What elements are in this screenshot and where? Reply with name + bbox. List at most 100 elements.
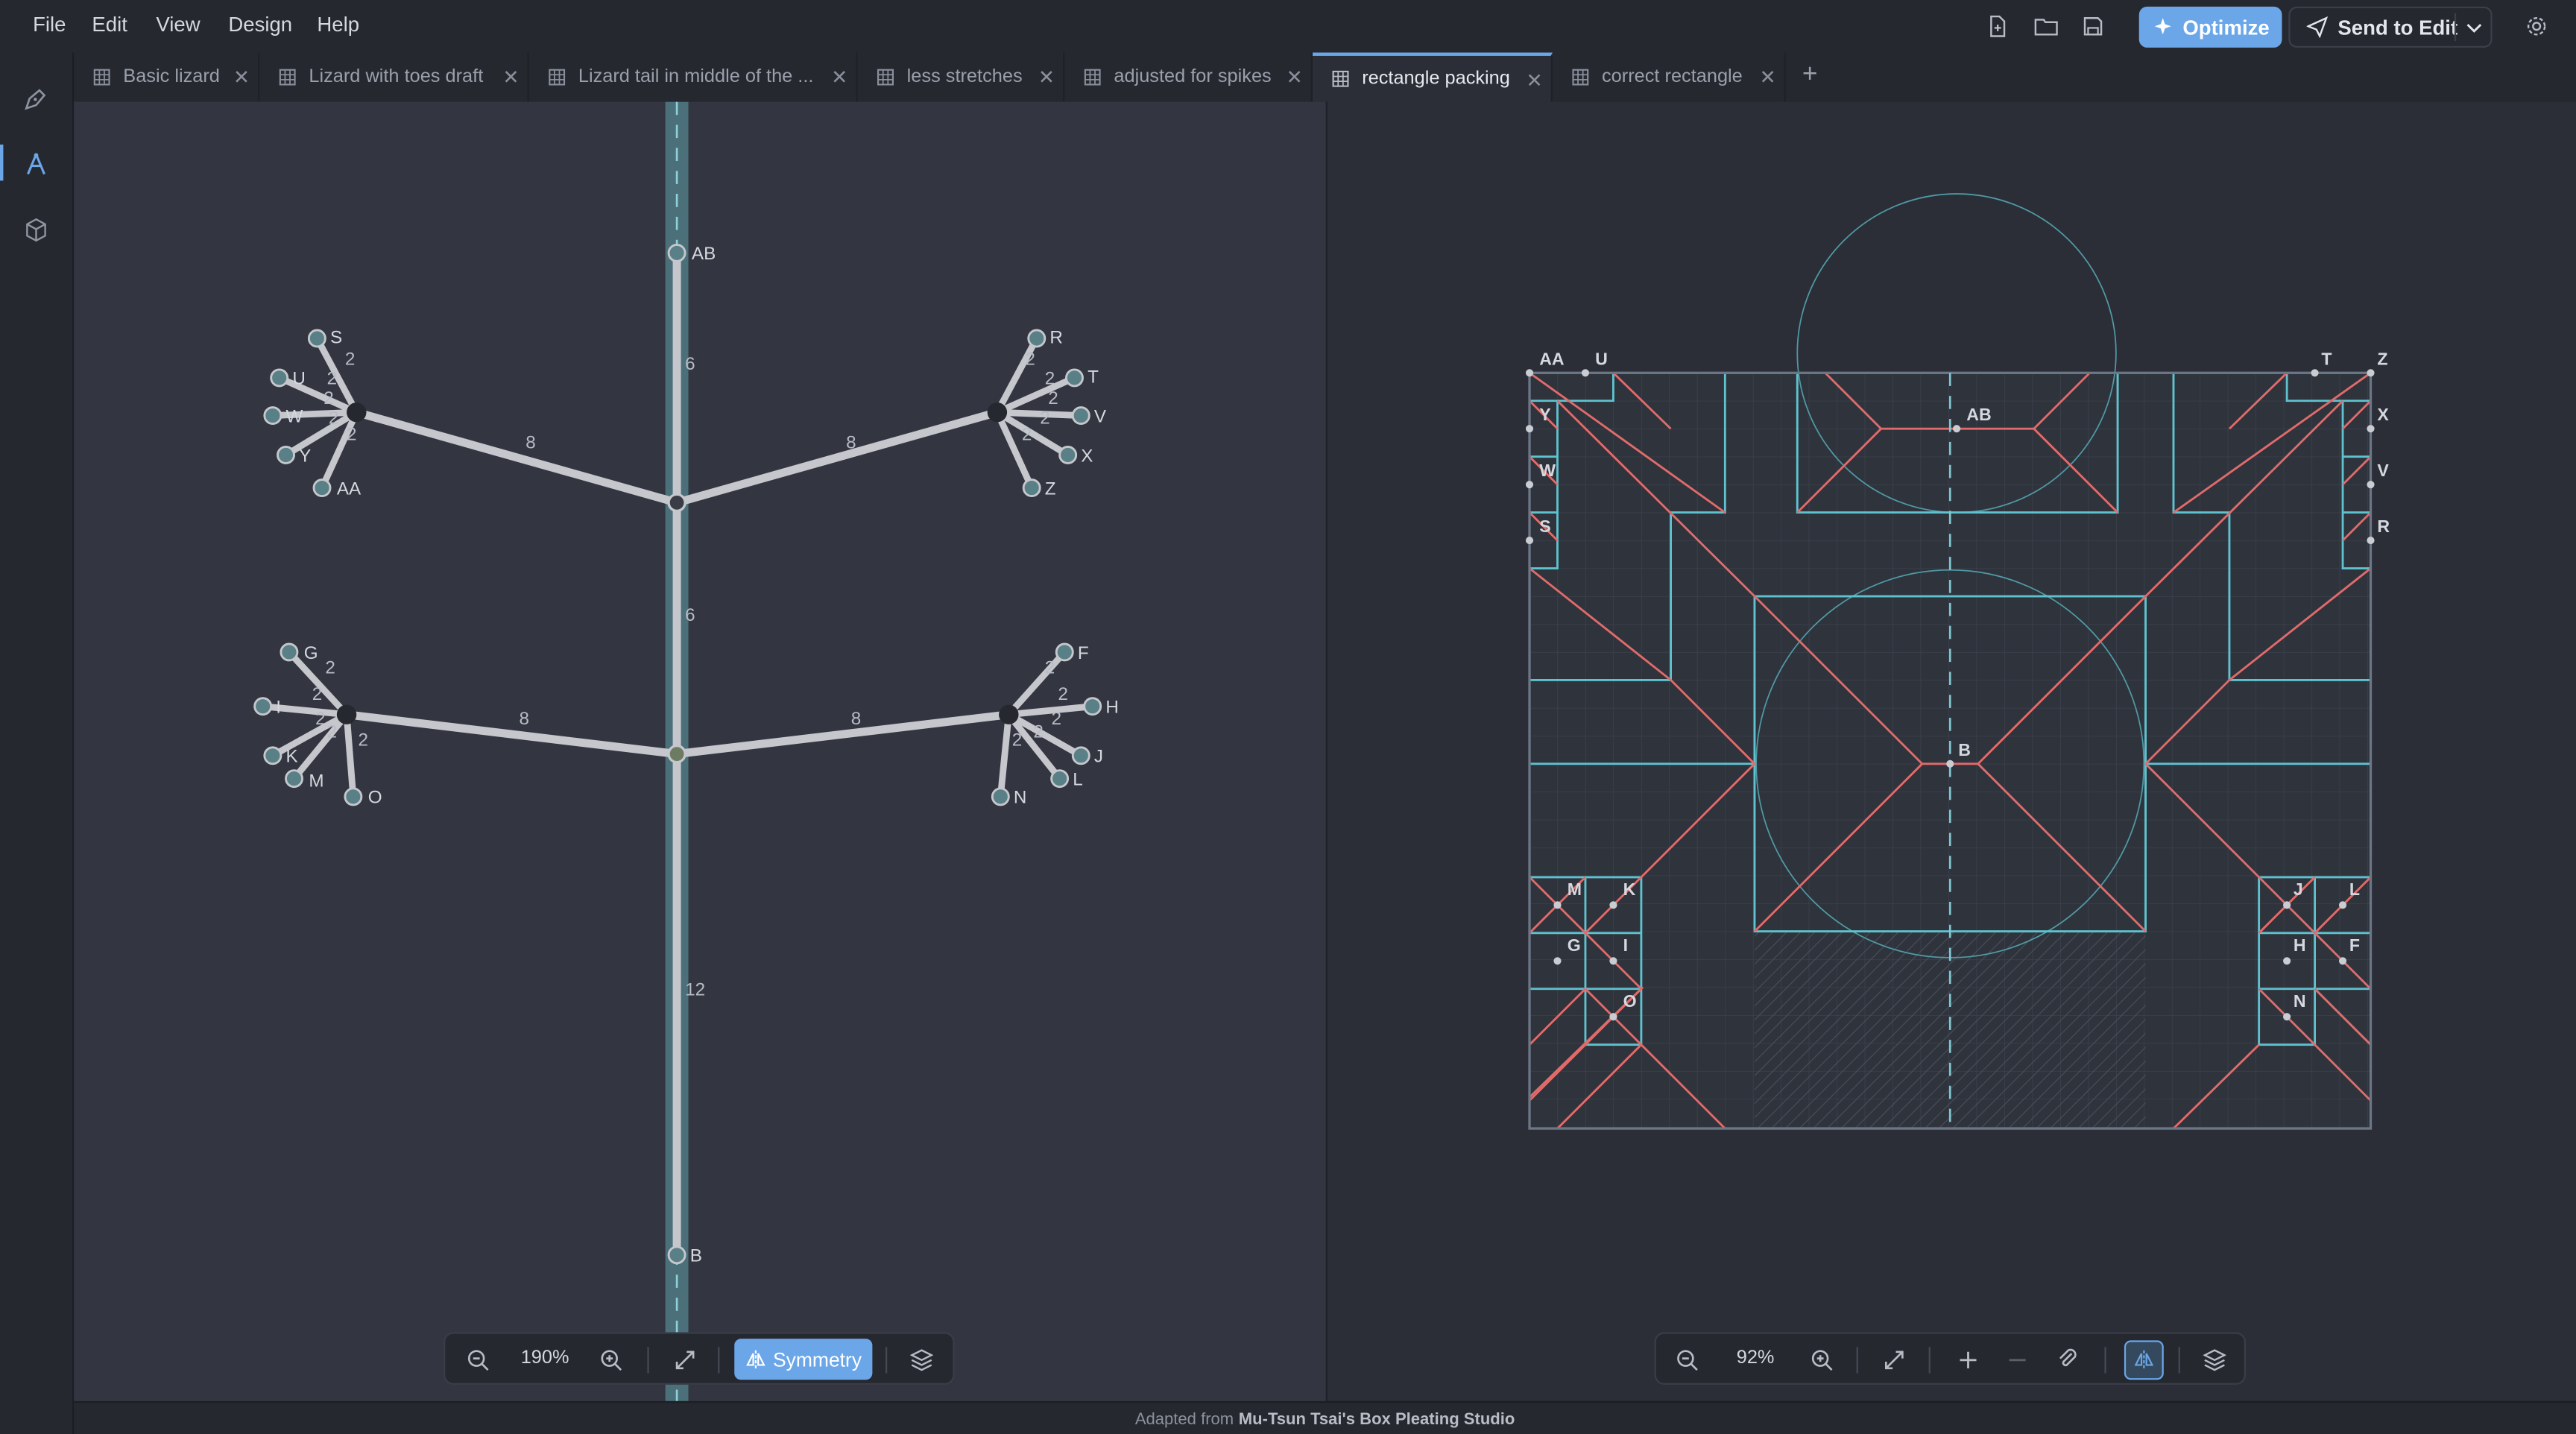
edge-length: 6 (685, 354, 695, 374)
minus-icon[interactable] (2001, 1344, 2034, 1377)
edge-length: 8 (851, 709, 861, 729)
zoom-out-icon[interactable] (1671, 1344, 1704, 1377)
svg-text:2: 2 (327, 722, 337, 742)
crease-pattern-canvas[interactable]: AA U T Z Y X W V S R AB B M K G I O J L … (1328, 102, 2576, 1401)
arm-edge-ur[interactable] (672, 408, 1002, 507)
cube-3d-icon[interactable] (19, 214, 52, 247)
tab-label: adjusted for spikes (1114, 67, 1272, 87)
plus-icon[interactable] (1951, 1344, 1984, 1377)
svg-text:2: 2 (1045, 658, 1055, 678)
edge-length: 6 (685, 605, 695, 625)
tab-rectangle-packing[interactable]: rectangle packing ✕ (1313, 52, 1553, 102)
close-icon[interactable]: ✕ (1526, 69, 1542, 92)
svg-text:AB: AB (1966, 405, 1991, 424)
tab-basic-lizard[interactable]: Basic lizard ✕ (74, 52, 260, 102)
tab-correct-rectangle[interactable]: correct rectangle ✕ (1553, 52, 1786, 102)
svg-text:2: 2 (329, 408, 338, 429)
close-icon[interactable]: ✕ (1759, 66, 1775, 89)
layers-icon[interactable] (2198, 1344, 2231, 1377)
zoom-level[interactable]: 190% (521, 1348, 569, 1368)
tab-bar: Basic lizard ✕ Lizard with toes draft ✕ … (74, 52, 2576, 104)
zoom-level[interactable]: 92% (1737, 1348, 1775, 1368)
svg-text:U: U (292, 369, 306, 389)
svg-text:2: 2 (1025, 349, 1035, 369)
edge-length-labels: 6 6 12 8 8 8 8 22222 22222 2222 2 22222 (312, 349, 1068, 999)
menu-help[interactable]: Help (317, 13, 359, 37)
tree-node-hand-ur[interactable] (987, 402, 1008, 423)
tree-node-chest[interactable] (667, 493, 686, 513)
tab-less-stretches[interactable]: less stretches ✕ (858, 52, 1065, 102)
tree-node-hand-ul[interactable] (347, 402, 367, 423)
menu-file[interactable]: File (33, 13, 66, 37)
svg-text:V: V (1094, 406, 1107, 426)
close-icon[interactable]: ✕ (831, 66, 847, 89)
close-icon[interactable]: ✕ (1038, 66, 1055, 89)
close-icon[interactable]: ✕ (1287, 66, 1303, 89)
tab-lizard-toes-draft[interactable]: Lizard with toes draft ✕ (259, 52, 529, 102)
close-icon[interactable]: ✕ (233, 66, 250, 89)
menu-view[interactable]: View (156, 13, 200, 37)
tab-label: less stretches (906, 67, 1023, 87)
active-indicator (0, 144, 4, 181)
fit-screen-icon[interactable] (669, 1344, 701, 1377)
svg-text:2: 2 (1045, 369, 1055, 389)
symmetry-toggle-icon[interactable] (2124, 1340, 2164, 1380)
arm-edge-lr[interactable] (672, 710, 1013, 759)
tree-canvas[interactable]: 6 6 12 8 8 8 8 22222 22222 2222 2 22222 A… (74, 101, 1326, 1401)
optimize-button[interactable]: Optimize (2138, 6, 2282, 48)
svg-text:Y: Y (1539, 405, 1551, 424)
edge-length: 8 (519, 709, 528, 729)
svg-text:T: T (2321, 349, 2332, 368)
sparkle-icon (2153, 18, 2171, 35)
menu-edit[interactable]: Edit (92, 13, 127, 37)
zoom-in-icon[interactable] (1805, 1344, 1838, 1377)
fit-screen-icon[interactable] (1878, 1344, 1910, 1377)
open-folder-icon[interactable] (2029, 10, 2062, 42)
symmetry-toggle-button[interactable]: Symmetry (734, 1339, 873, 1380)
tab-lizard-tail-middle[interactable]: Lizard tail in middle of the ... ✕ (529, 52, 858, 102)
svg-text:K: K (286, 747, 298, 767)
close-icon[interactable]: ✕ (502, 66, 519, 89)
leaf-node-B[interactable] (667, 1245, 686, 1265)
svg-text:2: 2 (1033, 722, 1043, 742)
tree-node-foot-lr[interactable] (999, 704, 1019, 724)
svg-text:R: R (1049, 328, 1063, 348)
save-icon[interactable] (2077, 10, 2109, 42)
tab-adjusted-for-spikes[interactable]: adjusted for spikes ✕ (1064, 52, 1313, 102)
svg-text:2: 2 (1012, 730, 1022, 751)
status-bar: Adapted from Mu-Tsun Tsai's Box Pleating… (74, 1400, 2576, 1434)
pen-tool-icon[interactable] (19, 82, 52, 115)
tree-node-foot-ll[interactable] (336, 704, 357, 724)
symmetry-label: Symmetry (773, 1348, 862, 1371)
arm-edge-ul[interactable] (352, 408, 681, 507)
svg-text:J: J (1094, 747, 1103, 767)
tree-editor-pane: 6 6 12 8 8 8 8 22222 22222 22222 22222 A… (74, 101, 1326, 1401)
svg-text:2: 2 (323, 388, 333, 408)
tree-design-icon[interactable] (19, 148, 52, 180)
tab-label: rectangle packing (1362, 69, 1510, 89)
svg-text:Z: Z (2377, 349, 2387, 368)
zoom-out-icon[interactable] (461, 1344, 494, 1377)
svg-text:M: M (1568, 879, 1582, 899)
arm-edge-ll[interactable] (342, 710, 681, 759)
zoom-in-icon[interactable] (595, 1344, 628, 1377)
send-to-edit-button[interactable]: Send to Edit (2288, 6, 2493, 48)
leaf-node-AB[interactable] (667, 243, 686, 262)
tree-node-hip[interactable] (667, 744, 686, 764)
new-tab-plus-icon[interactable]: + (1802, 61, 1818, 91)
settings-gear-icon[interactable] (2520, 10, 2553, 42)
optimize-label: Optimize (2182, 15, 2270, 39)
svg-text:2: 2 (315, 709, 325, 729)
svg-text:V: V (2377, 461, 2389, 480)
svg-text:O: O (1623, 991, 1637, 1011)
layers-icon[interactable] (905, 1344, 938, 1377)
new-file-icon[interactable] (1981, 10, 2014, 42)
chevron-down-icon[interactable] (2466, 22, 2482, 35)
table-icon (279, 69, 296, 86)
svg-text:F: F (2349, 935, 2360, 955)
svg-text:G: G (304, 643, 318, 663)
table-icon (93, 69, 110, 86)
paperclip-icon[interactable] (2052, 1344, 2085, 1377)
svg-text:Y: Y (299, 446, 311, 466)
menu-design[interactable]: Design (228, 13, 292, 37)
